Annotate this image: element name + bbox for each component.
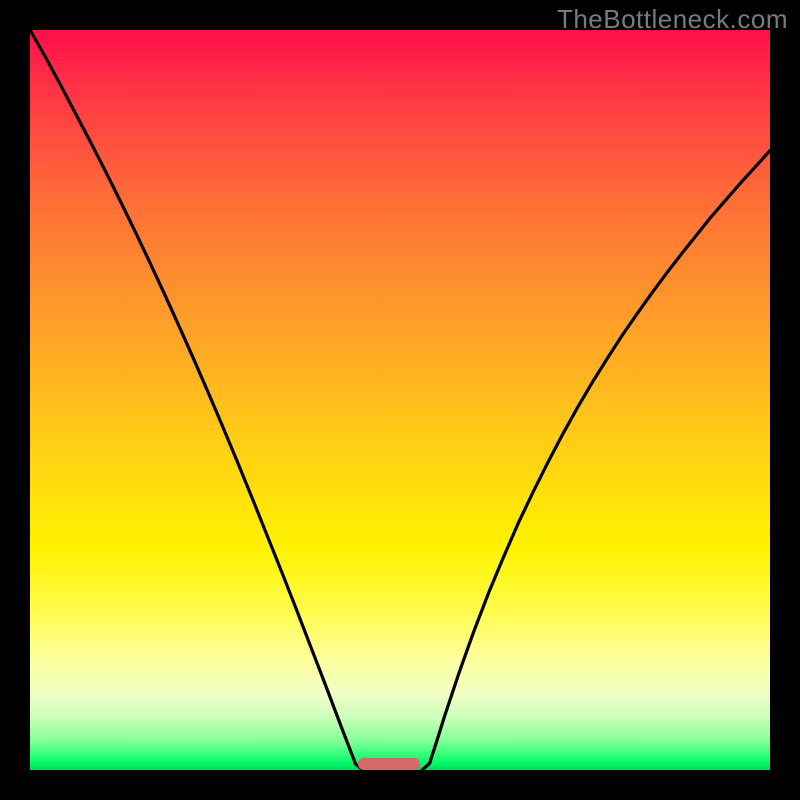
- chart-frame: TheBottleneck.com: [0, 0, 800, 800]
- plot-area: [30, 30, 770, 770]
- left-curve: [30, 30, 363, 770]
- curves-layer: [30, 30, 770, 770]
- right-curve: [422, 151, 770, 770]
- watermark-text: TheBottleneck.com: [557, 4, 788, 35]
- bottleneck-marker: [358, 758, 420, 770]
